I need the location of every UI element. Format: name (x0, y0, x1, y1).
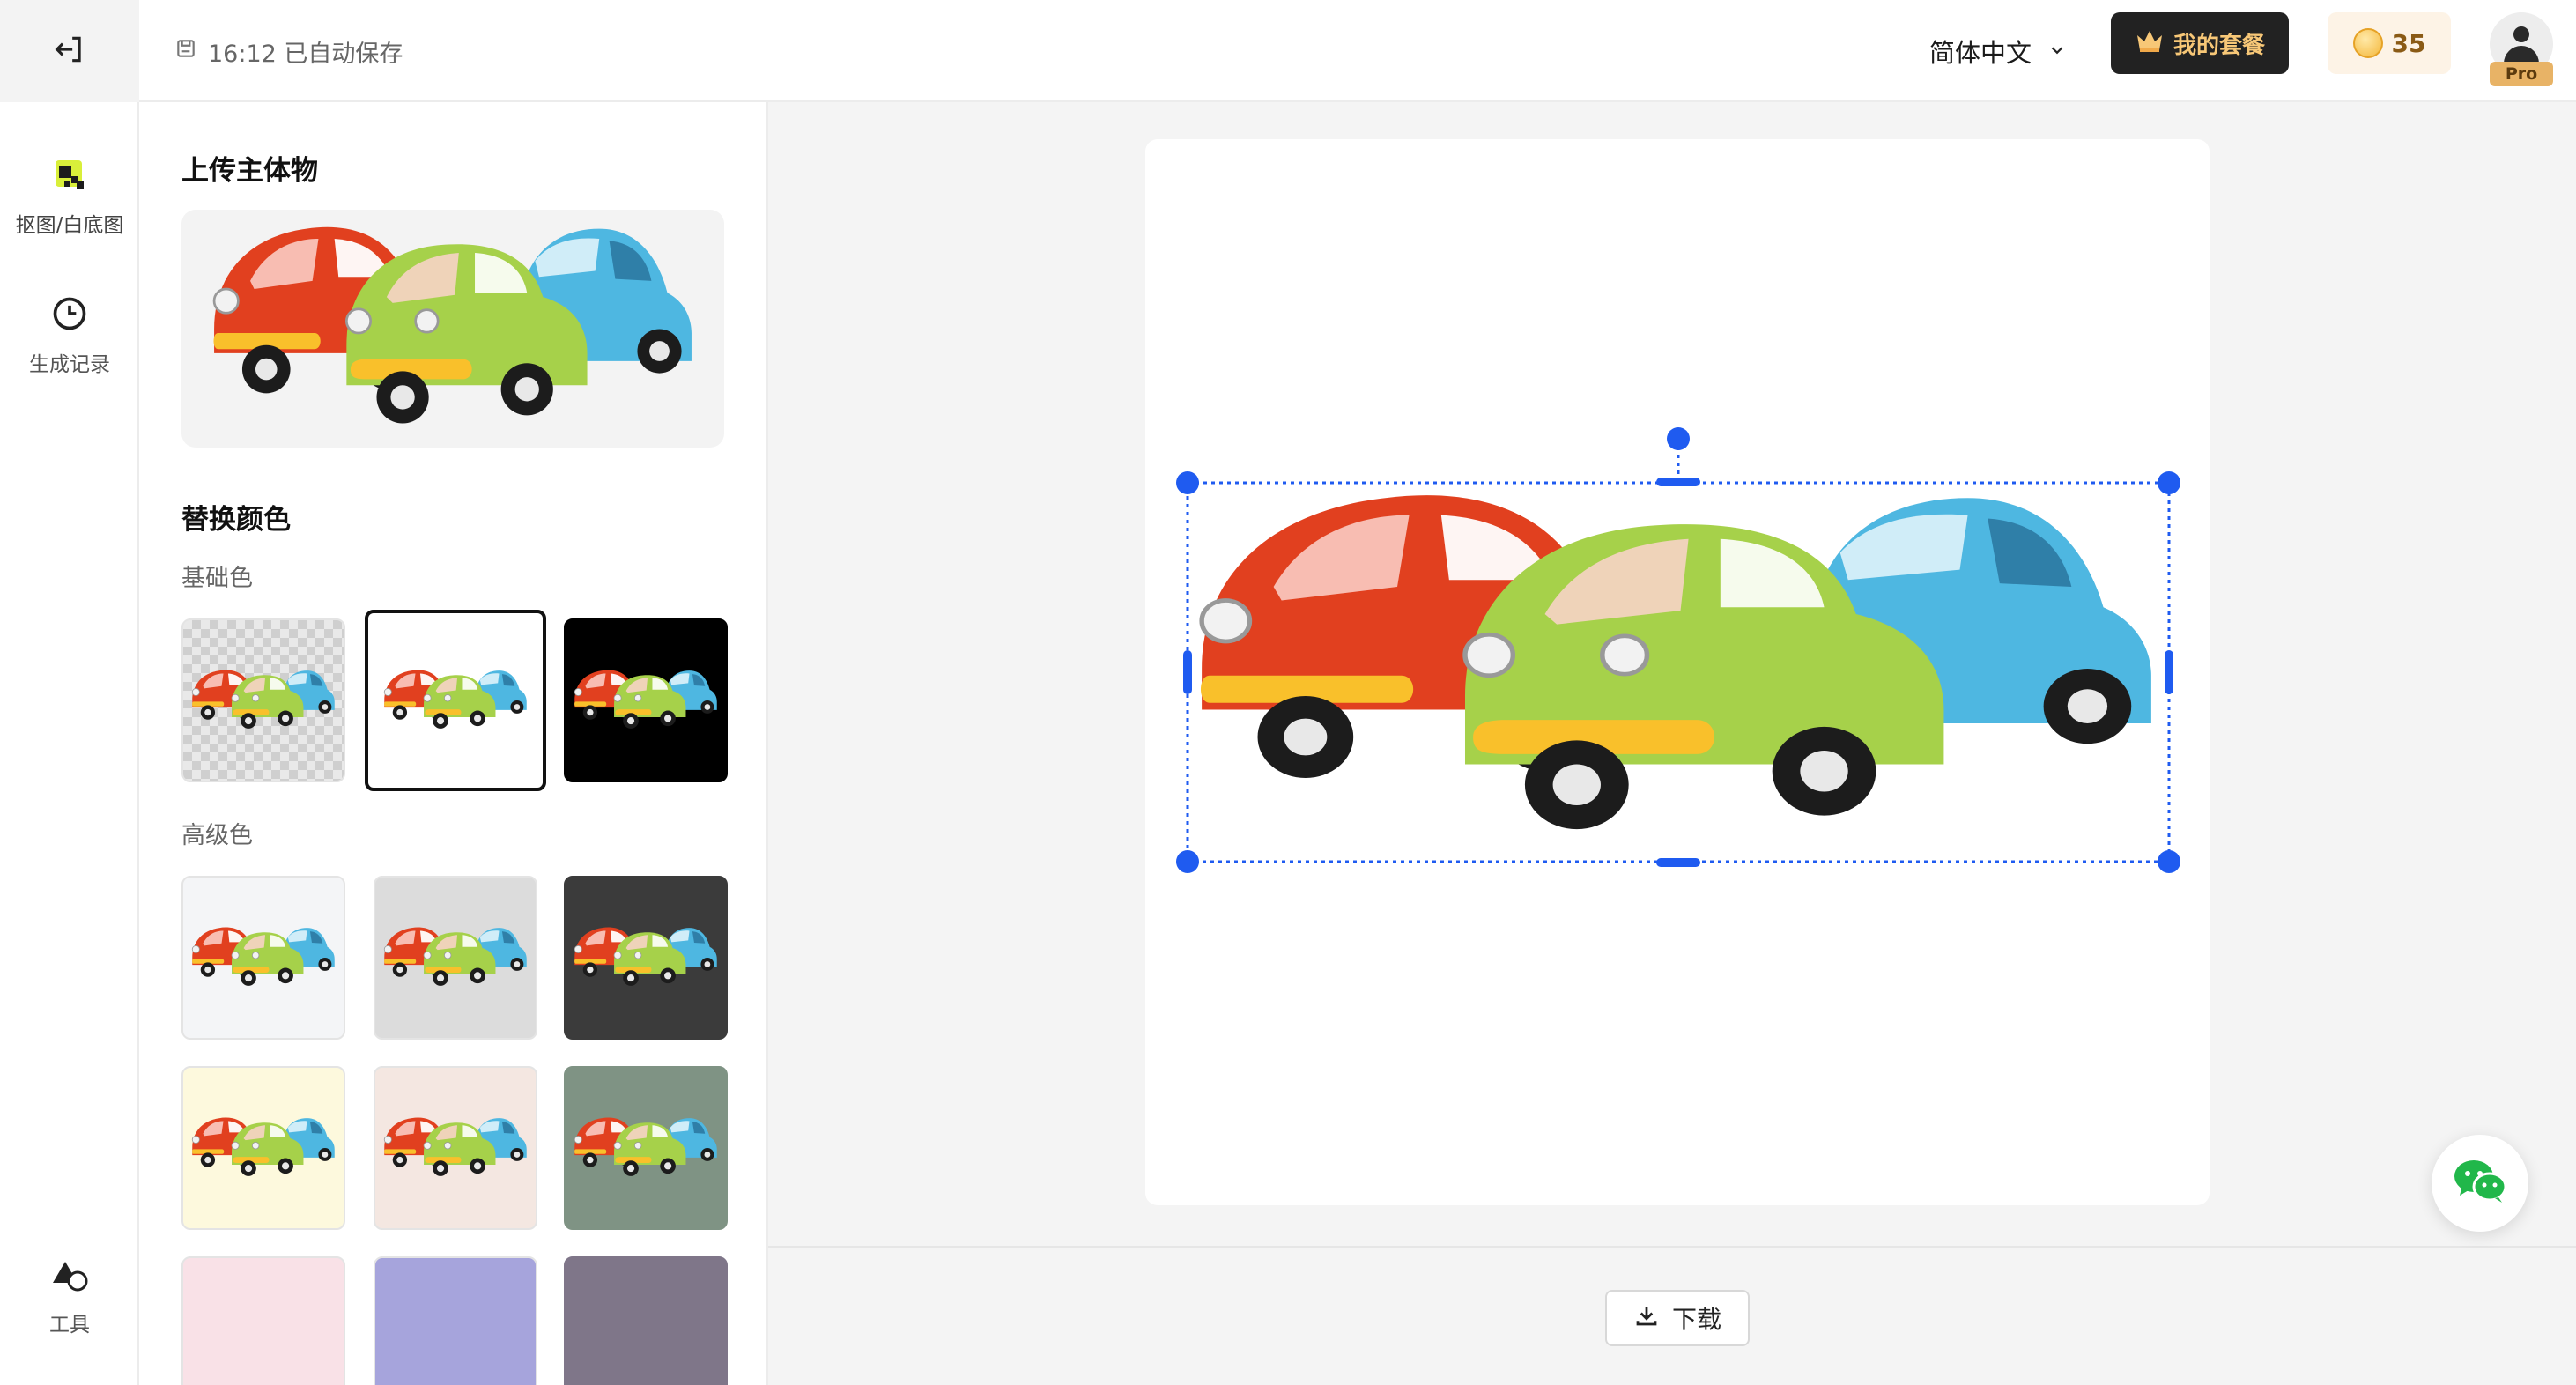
resize-handle-top[interactable] (1656, 478, 1700, 486)
left-nav: 抠图/白底图 生成记录 工具 (0, 102, 139, 1385)
swatch-white[interactable] (365, 610, 546, 791)
swatch-thumbnail (574, 927, 718, 987)
credits-button[interactable]: 35 (2328, 12, 2451, 74)
avatar-head (2513, 26, 2529, 42)
basic-color-label: 基础色 (181, 565, 253, 592)
swatch-blush[interactable] (374, 1066, 537, 1230)
download-button[interactable]: 下载 (1605, 1290, 1750, 1346)
chevron-down-icon (2047, 36, 2067, 66)
replace-color-title: 替换颜色 (181, 504, 291, 536)
exit-icon (53, 33, 86, 70)
swatch-cream[interactable] (181, 1066, 345, 1230)
swatch-thumbnail (191, 670, 336, 730)
swatch-thumbnail (574, 670, 718, 730)
upload-subject-box[interactable] (181, 210, 724, 448)
canvas-stage (1176, 427, 2180, 873)
top-bar: 16:12 已自动保存 简体中文 我的套餐 35 Pro (0, 0, 2576, 102)
canvas[interactable] (1145, 139, 2210, 1205)
subject-thumbnail (212, 225, 693, 425)
nav-label-history: 生成记录 (29, 353, 110, 376)
swatch-thumbnail (574, 1117, 718, 1177)
nav-item-history[interactable]: 生成记录 (0, 294, 139, 377)
nav-item-tools[interactable]: 工具 (0, 1256, 139, 1337)
swatch-pink[interactable] (181, 1256, 345, 1385)
save-icon (174, 37, 197, 66)
download-icon (1633, 1302, 1660, 1335)
pro-badge: Pro (2490, 62, 2553, 86)
footer-bar: 下载 (768, 1246, 2576, 1385)
shapes-icon (49, 1256, 90, 1299)
swatch-thumbnail (383, 1117, 528, 1177)
my-plan-button[interactable]: 我的套餐 (2111, 12, 2289, 74)
swatch-transparent[interactable] (181, 618, 345, 782)
swatch-mauve[interactable] (564, 1256, 728, 1385)
swatch-thumbnail (191, 927, 336, 987)
upload-title: 上传主体物 (181, 155, 318, 187)
language-label: 简体中文 (1929, 38, 2032, 68)
crown-icon (2135, 27, 2165, 60)
my-plan-label: 我的套餐 (2173, 32, 2265, 59)
clock-icon (50, 294, 89, 338)
autosave-status: 16:12 已自动保存 (174, 26, 403, 76)
language-selector[interactable]: 简体中文 (1929, 25, 2067, 78)
resize-handle-bottom-left[interactable] (1176, 850, 1199, 873)
swatch-dark-gray[interactable] (564, 876, 728, 1040)
swatch-thumbnail (383, 670, 528, 730)
nav-item-cutout[interactable]: 抠图/白底图 (0, 155, 139, 238)
canvas-workspace (768, 102, 2576, 1246)
resize-handle-bottom[interactable] (1656, 858, 1700, 867)
nav-label-tools: 工具 (49, 1314, 90, 1337)
swatch-thumbnail (191, 1117, 336, 1177)
coin-icon (2352, 28, 2383, 58)
wechat-support-button[interactable] (2432, 1135, 2528, 1232)
resize-handle-left[interactable] (1183, 650, 1192, 694)
save-status-text: 16:12 已自动保存 (208, 40, 403, 68)
credits-count: 35 (2391, 28, 2426, 58)
swatch-thumbnail (383, 927, 528, 987)
settings-panel: 上传主体物 替换颜色 基础色 高级色 (139, 102, 768, 1385)
resize-handle-top-right[interactable] (2158, 471, 2180, 494)
swatch-light-gray[interactable] (181, 876, 345, 1040)
swatch-lavender[interactable] (374, 1256, 537, 1385)
swatch-gray[interactable] (374, 876, 537, 1040)
subject-image[interactable] (1201, 495, 2151, 829)
swatch-sage[interactable] (564, 1066, 728, 1230)
cutout-icon (50, 155, 89, 199)
advanced-color-label: 高级色 (181, 822, 253, 849)
nav-label-cutout: 抠图/白底图 (15, 214, 124, 237)
resize-handle-bottom-right[interactable] (2158, 850, 2180, 873)
resize-handle-right[interactable] (2165, 650, 2173, 694)
wechat-icon (2453, 1159, 2507, 1208)
resize-handle-top-left[interactable] (1176, 471, 1199, 494)
swatch-black[interactable] (564, 618, 728, 782)
rotate-handle[interactable] (1667, 427, 1690, 450)
download-label: 下载 (1671, 1305, 1721, 1334)
exit-button[interactable] (0, 0, 139, 102)
